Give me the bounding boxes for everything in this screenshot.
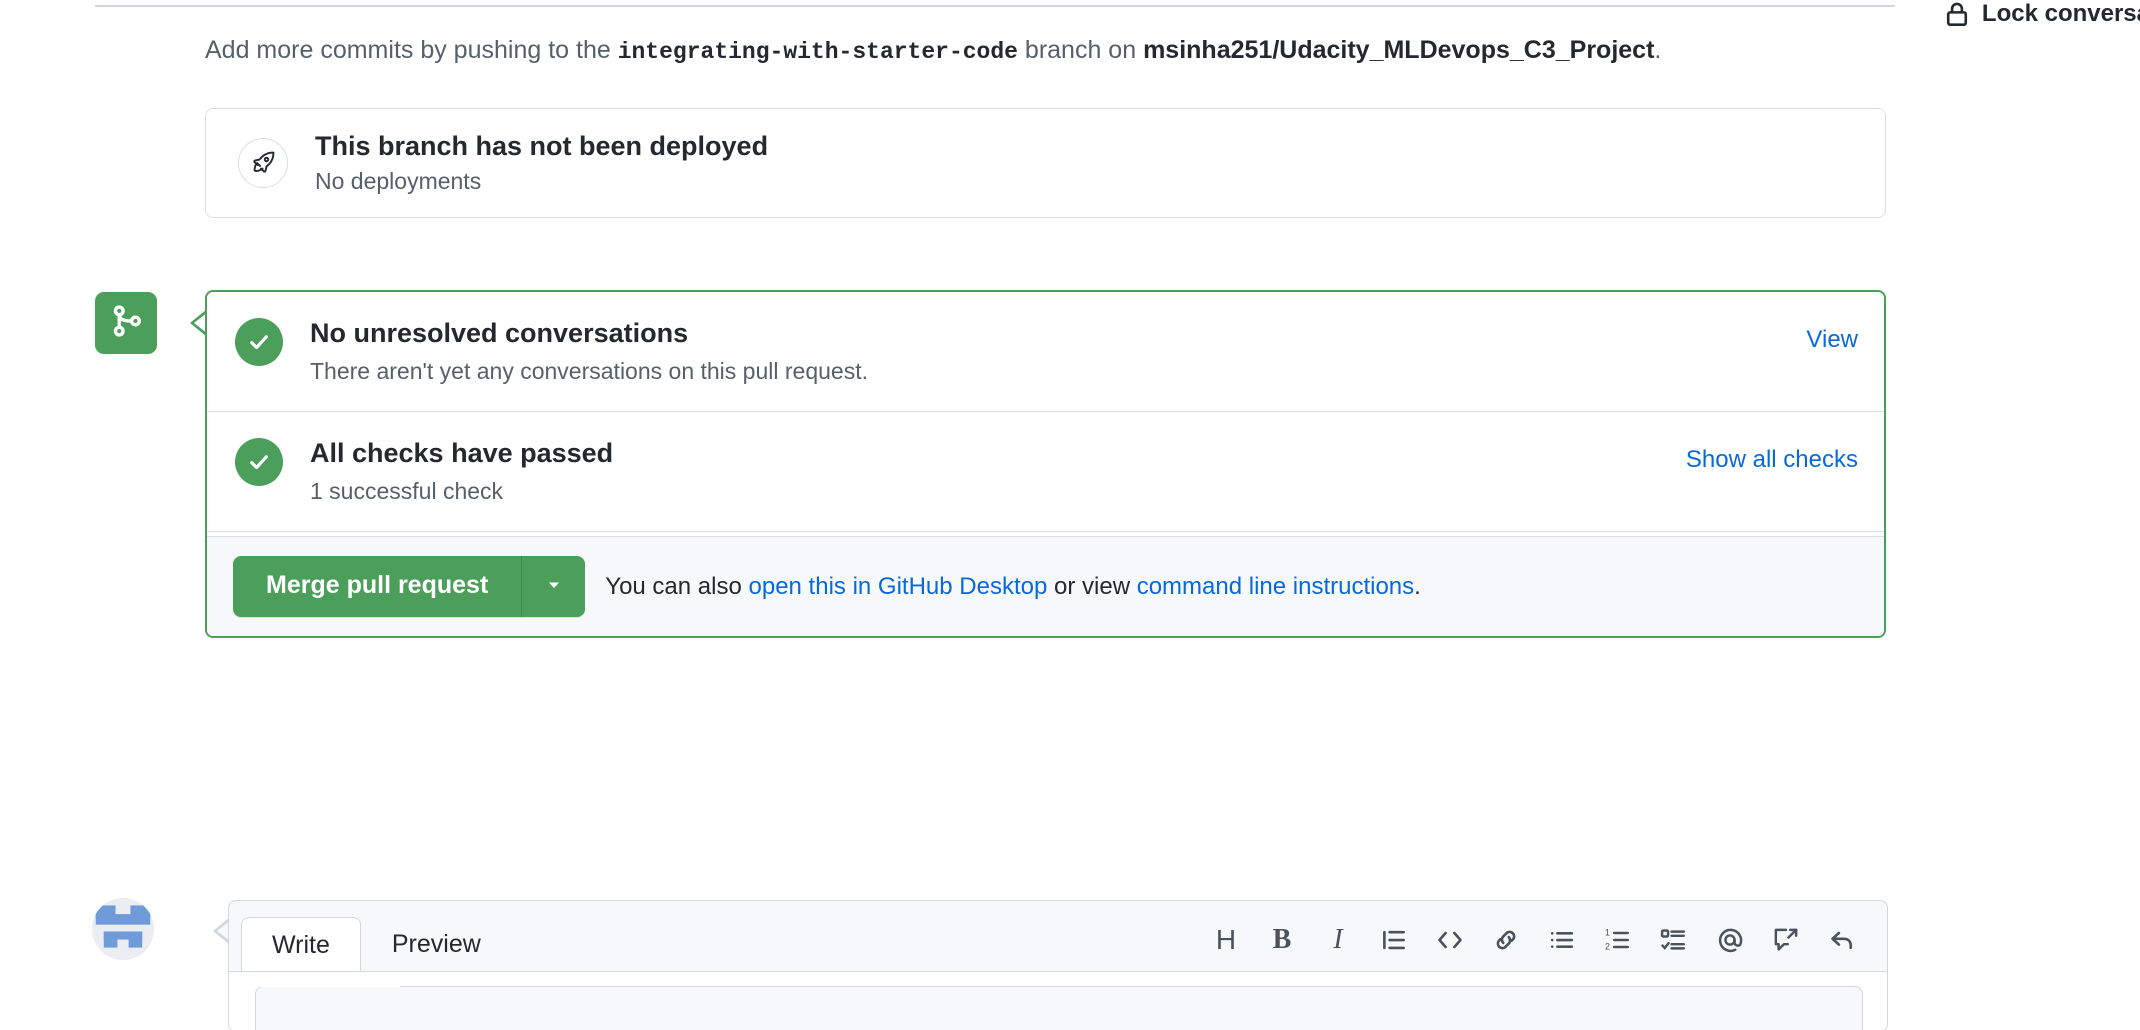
- git-merge-icon: [108, 303, 144, 344]
- tab-preview[interactable]: Preview: [361, 916, 512, 973]
- commits-notice-prefix: Add more commits by pushing to the: [205, 36, 611, 64]
- status-text-conversations: No unresolved conversations There aren't…: [310, 318, 1806, 385]
- lock-conversation-action[interactable]: Lock conversa: [1944, 0, 2140, 28]
- avatar[interactable]: [92, 898, 154, 960]
- command-line-instructions-link[interactable]: command line instructions: [1137, 573, 1414, 600]
- chevron-down-icon: [544, 575, 564, 598]
- commits-notice-middle: branch on: [1024, 36, 1137, 64]
- merge-footer-prefix: You can also: [605, 572, 742, 600]
- pull-request-conversation-page: Lock conversa Add more commits by pushin…: [0, 0, 2140, 1030]
- merge-button-group: Merge pull request: [233, 556, 586, 617]
- branch-name: integrating-with-starter-code: [617, 39, 1018, 65]
- composer-body: [229, 971, 1887, 1030]
- commits-notice-suffix: .: [1654, 36, 1662, 64]
- mention-icon[interactable]: [1713, 923, 1747, 957]
- lock-icon: [1944, 0, 1970, 28]
- check-circle-icon: [235, 438, 283, 487]
- identicon-icon: [92, 898, 154, 960]
- git-merge-badge: [95, 292, 157, 354]
- reply-icon[interactable]: [1825, 923, 1859, 957]
- rocket-icon: [238, 138, 288, 188]
- status-row-checks: All checks have passed 1 successful chec…: [207, 412, 1884, 533]
- merge-footer-text: You can also open this in GitHub Desktop…: [605, 573, 1421, 601]
- status-subtitle: 1 successful check: [310, 478, 504, 505]
- status-row-conversations: No unresolved conversations There aren't…: [207, 292, 1884, 413]
- task-list-icon[interactable]: [1657, 923, 1691, 957]
- cross-reference-icon[interactable]: [1769, 923, 1803, 957]
- svg-text:2: 2: [1605, 941, 1610, 951]
- add-more-commits-notice: Add more commits by pushing to the integ…: [205, 36, 1661, 65]
- show-all-checks-link[interactable]: Show all checks: [1686, 438, 1858, 474]
- code-icon[interactable]: [1433, 923, 1467, 957]
- merge-options-dropdown-button[interactable]: [522, 556, 586, 617]
- unordered-list-icon[interactable]: [1545, 923, 1579, 957]
- ordered-list-icon[interactable]: 1 2: [1601, 923, 1635, 957]
- status-text-checks: All checks have passed 1 successful chec…: [310, 438, 1686, 505]
- status-title: No unresolved conversations: [310, 318, 689, 348]
- merge-footer: Merge pull request You can also open thi…: [207, 536, 1884, 636]
- open-in-github-desktop-link[interactable]: open this in GitHub Desktop: [749, 573, 1048, 600]
- deployment-title: This branch has not been deployed: [315, 130, 769, 161]
- merge-status-box: No unresolved conversations There aren't…: [205, 290, 1886, 638]
- lock-conversation-label: Lock conversa: [1981, 0, 2140, 27]
- merge-pull-request-button[interactable]: Merge pull request: [233, 556, 523, 617]
- markdown-toolbar: H B I 1 2: [1209, 923, 1859, 957]
- repository-name: msinha251/Udacity_MLDevops_C3_Project: [1143, 36, 1655, 64]
- deployment-subtitle: No deployments: [315, 168, 482, 195]
- status-subtitle: There aren't yet any conversations on th…: [310, 358, 868, 385]
- section-divider: [95, 5, 1895, 7]
- heading-icon[interactable]: H: [1209, 923, 1243, 957]
- italic-icon[interactable]: I: [1321, 923, 1355, 957]
- comment-textarea[interactable]: [255, 986, 1863, 1030]
- bold-glyph: B: [1272, 924, 1292, 955]
- deployment-status-box: This branch has not been deployed No dep…: [205, 108, 1886, 218]
- bold-icon[interactable]: B: [1265, 923, 1299, 957]
- merge-footer-middle: or view: [1054, 572, 1131, 600]
- italic-glyph: I: [1333, 924, 1343, 955]
- tab-write[interactable]: Write: [241, 917, 361, 974]
- view-conversations-link[interactable]: View: [1806, 318, 1858, 354]
- check-circle-icon: [235, 318, 283, 366]
- comment-composer: Write Preview H B I 1 2: [228, 900, 1888, 1030]
- deployment-text: This branch has not been deployed No dep…: [315, 131, 768, 195]
- tab-active-underlap: [242, 984, 400, 987]
- quote-icon[interactable]: [1377, 923, 1411, 957]
- merge-footer-suffix: .: [1414, 572, 1421, 600]
- heading-glyph: H: [1215, 924, 1237, 955]
- svg-text:1: 1: [1605, 927, 1610, 937]
- link-icon[interactable]: [1489, 923, 1523, 957]
- status-title: All checks have passed: [310, 438, 614, 469]
